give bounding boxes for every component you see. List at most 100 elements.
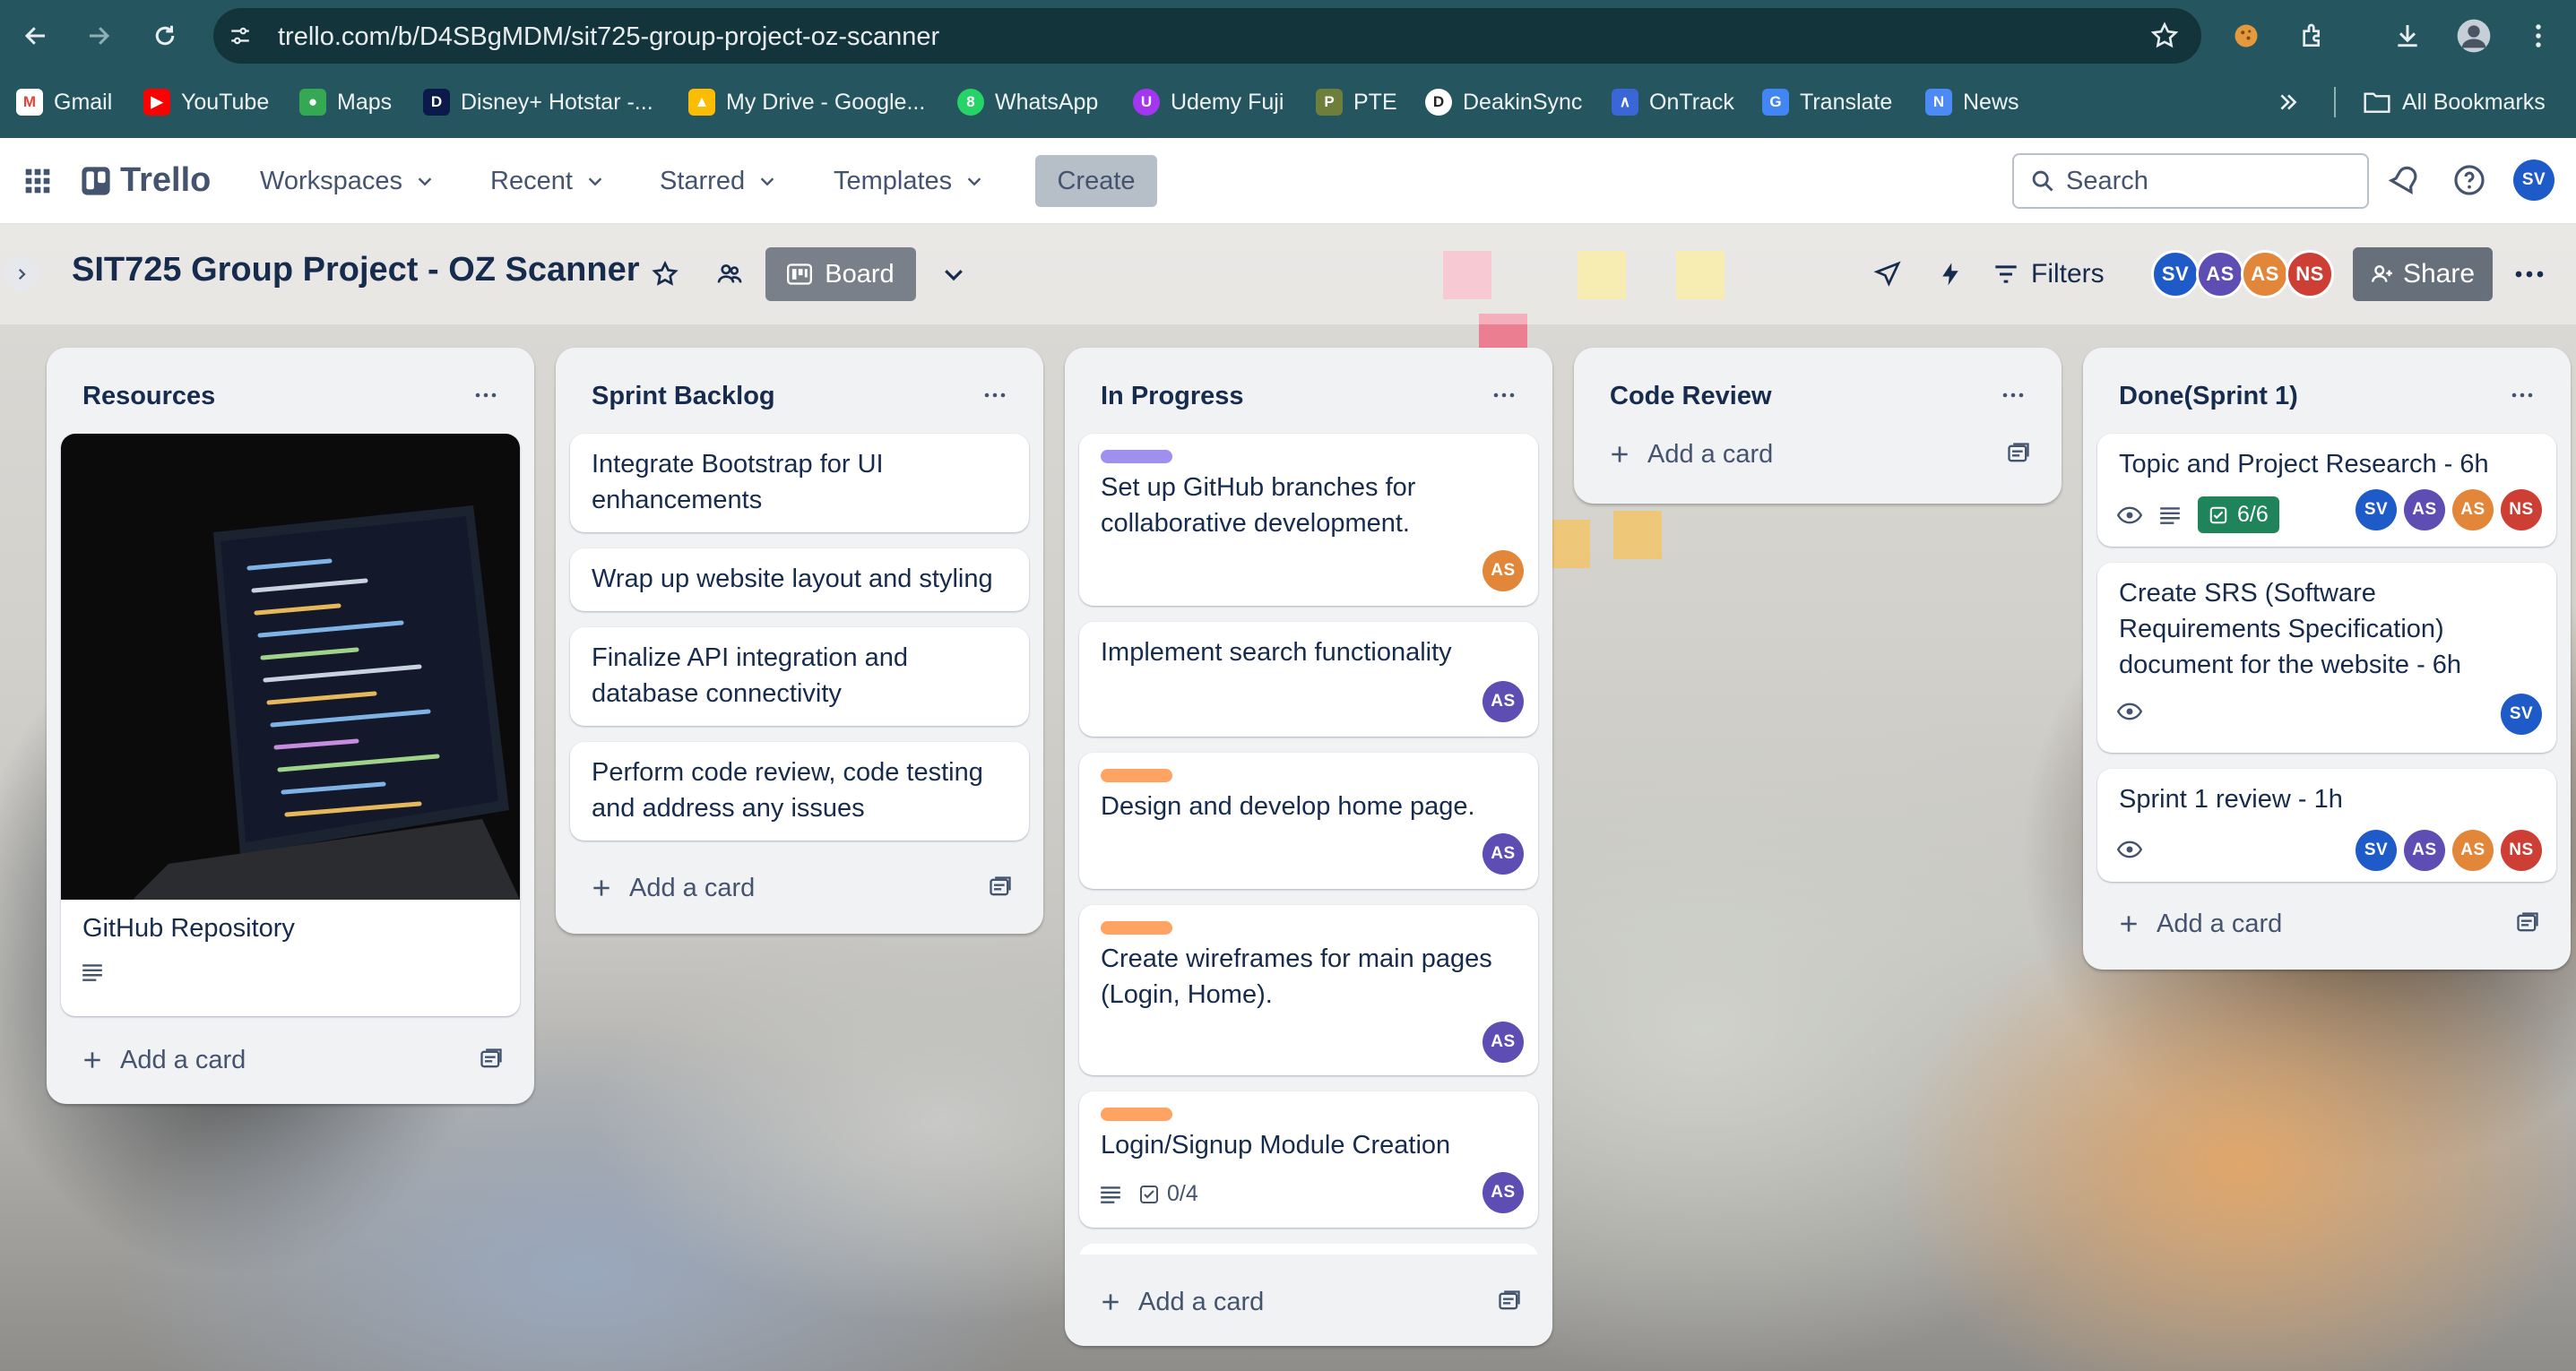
card-template-icon[interactable]	[1497, 1289, 1522, 1314]
card-wrap-up-layout[interactable]: Wrap up website layout and styling	[570, 548, 1029, 611]
board-view-button[interactable]: Board	[765, 247, 916, 301]
trello-logo[interactable]: Trello	[81, 161, 211, 200]
card-label-purple[interactable]	[1101, 450, 1172, 463]
bookmark-hotstar[interactable]: D Disney+ Hotstar -...	[423, 77, 653, 127]
bookmark-star-icon[interactable]	[2149, 21, 2182, 53]
list-title[interactable]: Code Review	[1610, 382, 1772, 411]
card-login-signup[interactable]: Login/Signup Module Creation 0/4 AS	[1079, 1091, 1538, 1228]
card-member-avatar[interactable]: NS	[2501, 830, 2542, 871]
card-member-avatar[interactable]: AS	[1482, 833, 1524, 875]
notifications-icon[interactable]	[2388, 163, 2422, 197]
card-integrate-bootstrap[interactable]: Integrate Bootstrap for UI enhancements	[570, 434, 1029, 532]
card-member-avatar[interactable]: AS	[2404, 830, 2445, 871]
add-card-button[interactable]: Add a card	[63, 1032, 518, 1088]
card-member-avatar[interactable]: SV	[2356, 489, 2397, 530]
card-finalize-api[interactable]: Finalize API integration and database co…	[570, 627, 1029, 726]
profile-avatar-icon[interactable]	[2454, 16, 2494, 56]
add-card-button[interactable]: Add a card	[1590, 427, 2045, 482]
more-bookmarks-icon[interactable]	[2277, 77, 2300, 127]
bookmark-whatsapp[interactable]: 8 WhatsApp	[957, 77, 1098, 127]
recent-menu[interactable]: Recent	[490, 158, 605, 204]
list-menu-icon[interactable]	[977, 382, 1013, 409]
card-wireframes[interactable]: Create wireframes for main pages (Login,…	[1079, 905, 1538, 1075]
board-members[interactable]: SV AS AS NS	[2151, 250, 2334, 298]
help-icon[interactable]	[2452, 163, 2486, 197]
list-title[interactable]: Resources	[82, 382, 215, 411]
search-input[interactable]: Search	[2012, 153, 2369, 209]
address-bar[interactable]: trello.com/b/D4SBgMDM/sit725-group-proje…	[213, 8, 2201, 64]
card-member-avatar[interactable]: NS	[2501, 489, 2542, 530]
add-card-button[interactable]: Add a card	[572, 860, 1027, 916]
workspaces-menu[interactable]: Workspaces	[260, 158, 435, 204]
bookmark-drive[interactable]: ▲ My Drive - Google...	[688, 77, 925, 127]
app-switcher-icon[interactable]	[23, 167, 52, 195]
all-bookmarks-button[interactable]: All Bookmarks	[2363, 77, 2546, 127]
automation-icon[interactable]	[1932, 256, 1968, 292]
list-menu-icon[interactable]	[1486, 382, 1522, 409]
bookmark-deakinsync[interactable]: D DeakinSync	[1425, 77, 1582, 127]
card-create-srs[interactable]: Create SRS (Software Requirements Specif…	[2097, 563, 2556, 753]
card-sprint-1-review[interactable]: Sprint 1 review - 1h SV AS AS NS	[2097, 769, 2556, 882]
site-settings-icon[interactable]	[224, 20, 256, 52]
bookmark-youtube[interactable]: ▶ YouTube	[143, 77, 269, 127]
templates-menu[interactable]: Templates	[834, 158, 984, 204]
card-template-icon[interactable]	[479, 1047, 504, 1072]
user-avatar[interactable]: SV	[2513, 160, 2554, 201]
star-board-icon[interactable]	[647, 256, 683, 292]
card-label-orange[interactable]	[1101, 921, 1172, 935]
starred-menu[interactable]: Starred	[660, 158, 777, 204]
card-member-avatar[interactable]: SV	[2356, 830, 2397, 871]
card-label-orange[interactable]	[1101, 1108, 1172, 1121]
card-member-avatar[interactable]: SV	[2501, 694, 2542, 735]
member-avatar[interactable]: NS	[2286, 250, 2334, 298]
list-title[interactable]: Sprint Backlog	[592, 382, 775, 411]
card-code-review-testing[interactable]: Perform code review, code testing and ad…	[570, 742, 1029, 841]
views-chevron-down-icon[interactable]	[936, 256, 972, 292]
sidebar-expand-icon[interactable]	[4, 256, 39, 292]
bookmark-pte[interactable]: P PTE	[1316, 77, 1397, 127]
bookmark-translate[interactable]: G Translate	[1762, 77, 1892, 127]
member-avatar[interactable]: AS	[2196, 250, 2244, 298]
forward-icon[interactable]	[79, 16, 118, 56]
card-member-avatar[interactable]: AS	[1482, 1022, 1524, 1063]
share-button[interactable]: Share	[2353, 247, 2493, 301]
card-member-avatar[interactable]: AS	[2452, 830, 2494, 871]
member-avatar[interactable]: SV	[2151, 250, 2200, 298]
download-icon[interactable]	[2388, 16, 2427, 56]
cookie-extension-icon[interactable]	[2226, 16, 2266, 56]
filters-button[interactable]: Filters	[1993, 247, 2105, 301]
extensions-puzzle-icon[interactable]	[2293, 16, 2332, 56]
url-text[interactable]: trello.com/b/D4SBgMDM/sit725-group-proje…	[278, 22, 939, 52]
board-menu-icon[interactable]	[2511, 256, 2547, 292]
list-title[interactable]: In Progress	[1101, 382, 1244, 411]
card-member-avatar[interactable]: AS	[1482, 1172, 1524, 1213]
bookmark-news[interactable]: N News	[1925, 77, 2019, 127]
list-title[interactable]: Done(Sprint 1)	[2119, 382, 2298, 411]
list-menu-icon[interactable]	[1995, 382, 2031, 409]
list-menu-icon[interactable]	[468, 382, 504, 409]
bookmark-maps[interactable]: ● Maps	[299, 77, 392, 127]
back-icon[interactable]	[16, 16, 56, 56]
power-ups-icon[interactable]	[1870, 256, 1906, 292]
add-card-button[interactable]: Add a card	[1081, 1274, 1536, 1330]
reload-icon[interactable]	[145, 16, 185, 56]
bookmark-gmail[interactable]: M Gmail	[16, 77, 112, 127]
card-template-icon[interactable]	[988, 875, 1013, 900]
card-template-icon[interactable]	[2515, 910, 2540, 936]
card-label-orange[interactable]	[1101, 769, 1172, 782]
card-member-avatar[interactable]: AS	[2452, 489, 2494, 530]
bookmark-ontrack[interactable]: ∧ OnTrack	[1612, 77, 1734, 127]
member-avatar[interactable]: AS	[2241, 250, 2289, 298]
workspace-visibility-icon[interactable]	[712, 256, 748, 292]
card-home-page[interactable]: Design and develop home page. AS	[1079, 753, 1538, 889]
card-member-avatar[interactable]: AS	[1482, 681, 1524, 722]
card-template-icon[interactable]	[2006, 441, 2031, 466]
bookmark-udemy[interactable]: U Udemy Fuji	[1133, 77, 1284, 127]
create-button[interactable]: Create	[1035, 155, 1157, 207]
board-title[interactable]: SIT725 Group Project - OZ Scanner	[72, 251, 640, 289]
card-member-avatar[interactable]: AS	[1482, 550, 1524, 591]
browser-menu-icon[interactable]	[2519, 16, 2558, 56]
card-search-functionality[interactable]: Implement search functionality AS	[1079, 622, 1538, 737]
card-github-branches[interactable]: Set up GitHub branches for collaborative…	[1079, 434, 1538, 606]
card-member-avatar[interactable]: AS	[2404, 489, 2445, 530]
